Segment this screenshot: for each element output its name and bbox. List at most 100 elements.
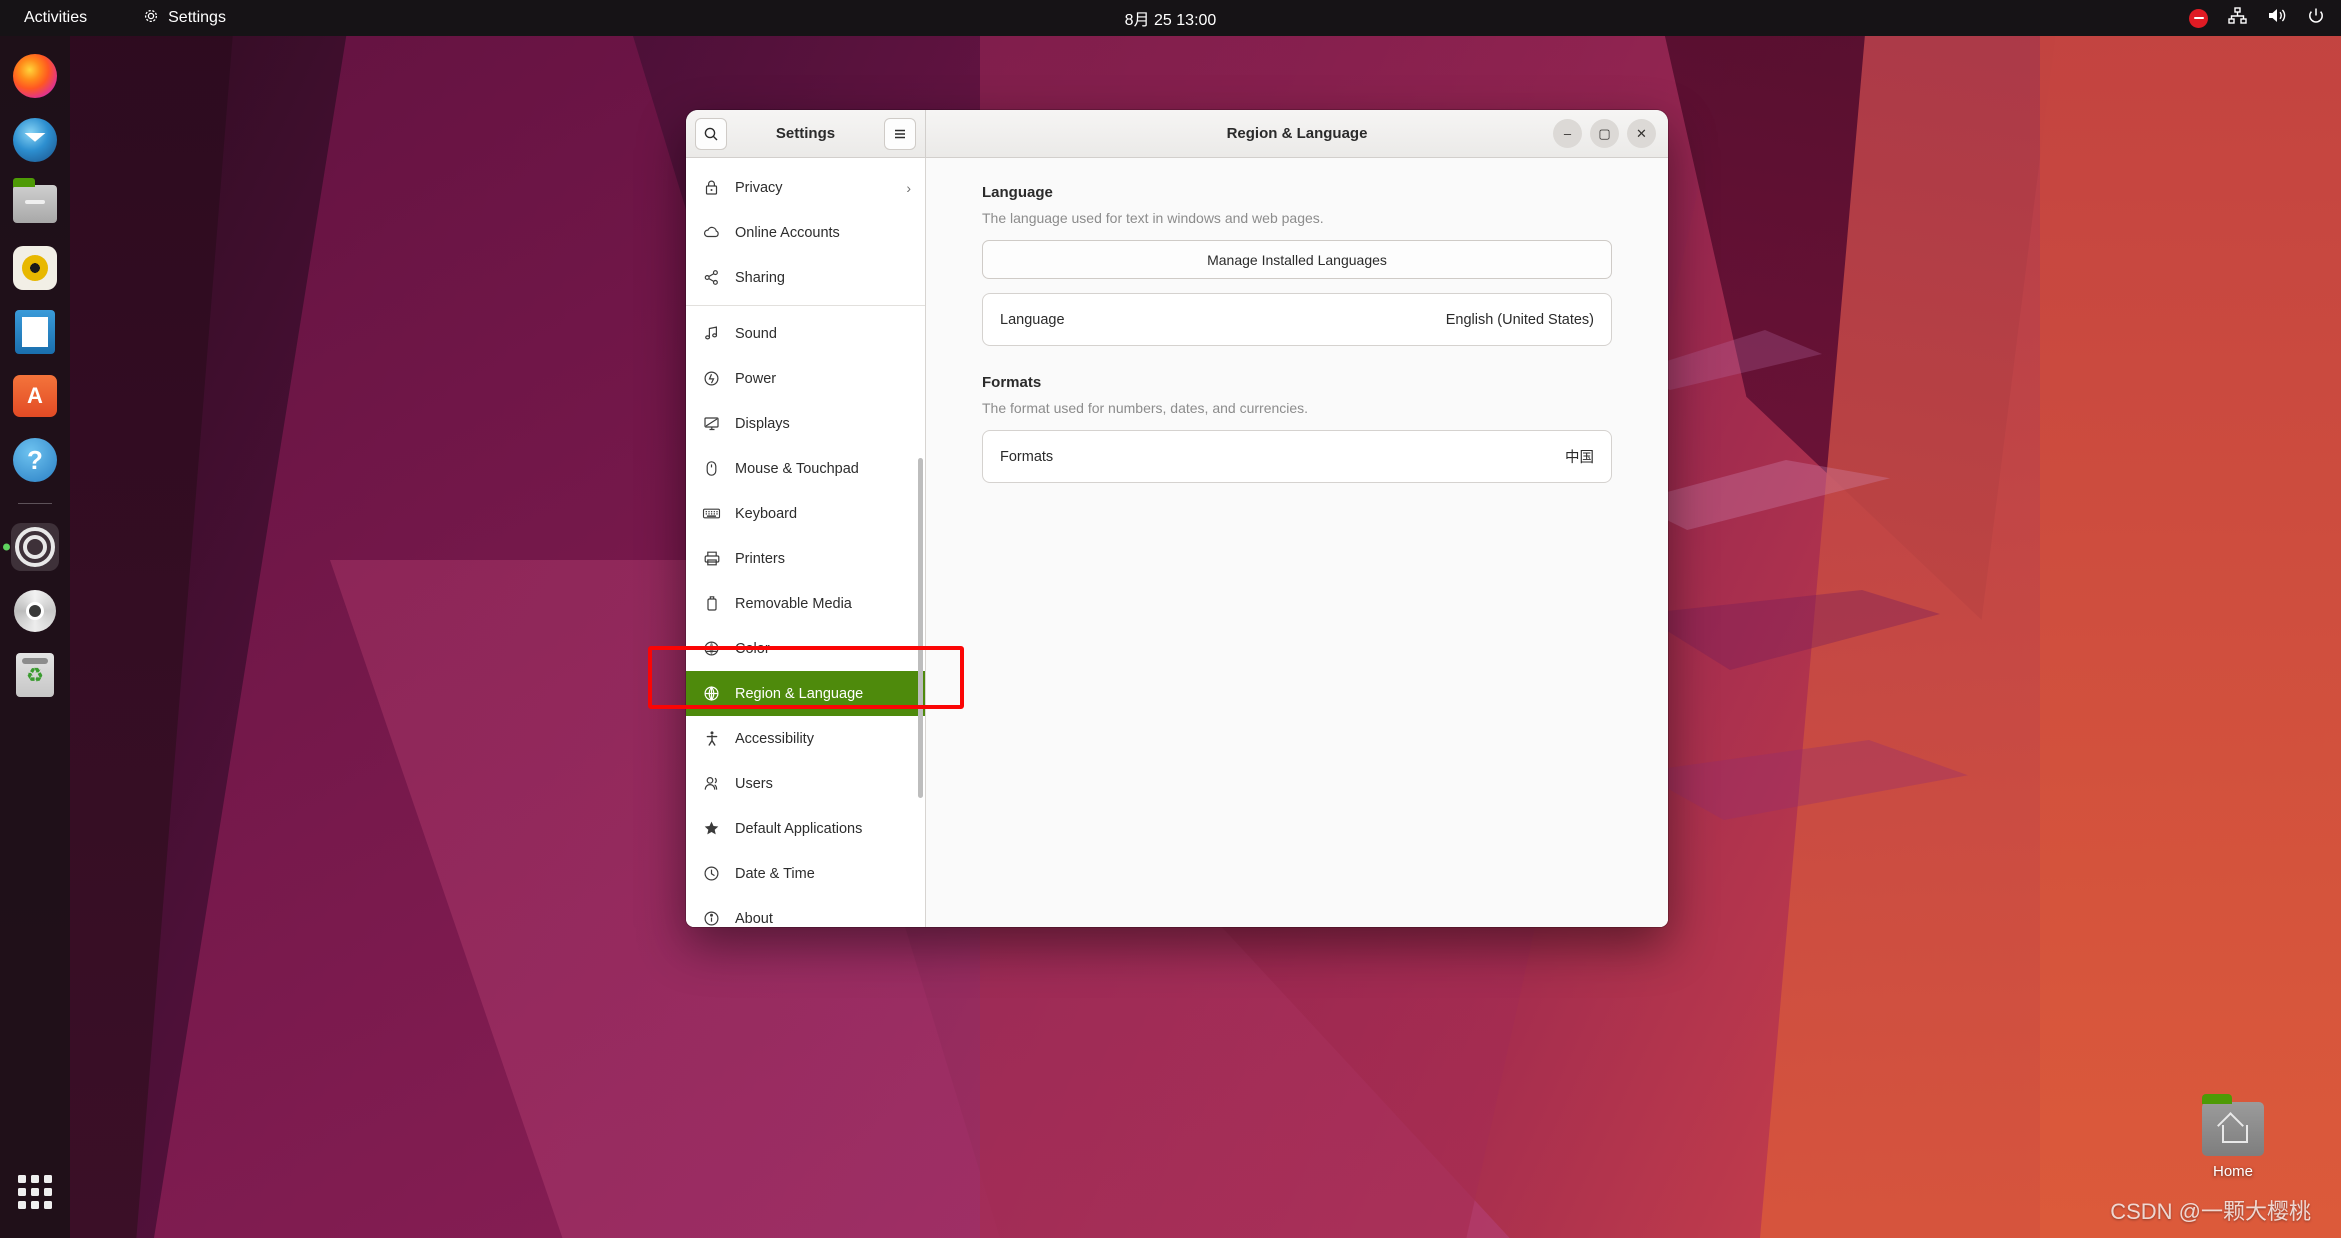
ubuntu-software-icon: A bbox=[13, 375, 57, 417]
display-icon bbox=[702, 414, 721, 433]
launcher-dock[interactable]: A ? ♻ bbox=[0, 36, 70, 1238]
language-section-title: Language bbox=[982, 184, 1053, 201]
do-not-disturb-icon[interactable] bbox=[2189, 8, 2208, 28]
gear-icon bbox=[143, 8, 159, 29]
formats-card: Formats 中国 bbox=[982, 430, 1612, 483]
sidebar-item-color[interactable]: Color bbox=[686, 626, 925, 671]
sidebar-item-label: Online Accounts bbox=[735, 224, 840, 241]
sidebar-item-label: Accessibility bbox=[735, 730, 814, 747]
mouse-icon bbox=[702, 459, 721, 478]
files-folder-icon bbox=[13, 178, 57, 223]
clock-button[interactable]: 8月 25 13:00 bbox=[1125, 6, 1217, 30]
sidebar-item-keyboard[interactable]: Keyboard bbox=[686, 491, 925, 536]
dock-item-settings[interactable] bbox=[11, 523, 59, 571]
sidebar-item-label: Date & Time bbox=[735, 865, 815, 882]
sidebar-item-removable-media[interactable]: Removable Media bbox=[686, 581, 925, 626]
formats-row[interactable]: Formats 中国 bbox=[983, 431, 1611, 482]
settings-sidebar[interactable]: Privacy › Online Accounts Sharing Sound Power… bbox=[686, 158, 926, 927]
menu-button[interactable] bbox=[884, 117, 916, 150]
show-applications-button[interactable] bbox=[11, 1168, 59, 1216]
home-icon-label: Home bbox=[2212, 1163, 2253, 1180]
desktop-icon-home[interactable]: Home bbox=[2173, 1094, 2293, 1180]
dock-item-ubuntu-software[interactable]: A bbox=[11, 372, 59, 420]
sidebar-item-accessibility[interactable]: Accessibility bbox=[686, 716, 925, 761]
globe-icon bbox=[702, 684, 721, 703]
sidebar-item-printers[interactable]: Printers bbox=[686, 536, 925, 581]
sidebar-item-mouse-touchpad[interactable]: Mouse & Touchpad bbox=[686, 446, 925, 491]
settings-window: Settings Region & Language ‒ ▢ ✕ Privacy… bbox=[686, 110, 1668, 927]
star-icon bbox=[702, 819, 721, 838]
help-icon: ? bbox=[13, 438, 57, 482]
sidebar-item-label: Sound bbox=[735, 325, 777, 342]
sidebar-item-about[interactable]: About bbox=[686, 896, 925, 927]
volume-icon[interactable] bbox=[2267, 7, 2287, 29]
search-button[interactable] bbox=[695, 117, 727, 150]
dock-item-help[interactable]: ? bbox=[11, 436, 59, 484]
manage-installed-languages-button[interactable]: Manage Installed Languages bbox=[982, 240, 1612, 279]
libreoffice-writer-icon bbox=[15, 310, 55, 354]
language-row[interactable]: Language English (United States) bbox=[983, 294, 1611, 345]
sidebar-item-label: Region & Language bbox=[735, 685, 864, 702]
sidebar-item-region-language[interactable]: Region & Language bbox=[686, 671, 925, 716]
sidebar-item-label: Keyboard bbox=[735, 505, 798, 522]
language-section-description: The language used for text in windows an… bbox=[982, 210, 1324, 226]
power-icon bbox=[702, 369, 721, 388]
dock-item-disc[interactable] bbox=[11, 587, 59, 635]
dock-item-files[interactable] bbox=[11, 178, 59, 228]
home-folder-icon bbox=[2202, 1094, 2264, 1156]
sidebar-item-online-accounts[interactable]: Online Accounts bbox=[686, 210, 925, 255]
chevron-right-icon: › bbox=[906, 179, 911, 196]
minimize-button[interactable]: ‒ bbox=[1553, 119, 1582, 148]
rhythmbox-icon bbox=[13, 246, 57, 290]
sidebar-item-default-applications[interactable]: Default Applications bbox=[686, 806, 925, 851]
sidebar-item-power[interactable]: Power bbox=[686, 356, 925, 401]
sidebar-item-privacy[interactable]: Privacy › bbox=[686, 165, 925, 210]
formats-section-description: The format used for numbers, dates, and … bbox=[982, 400, 1309, 416]
formats-row-value: 中国 bbox=[1565, 450, 1594, 466]
sidebar-title: Settings bbox=[775, 125, 836, 142]
clock-label: 8月 25 13:00 bbox=[1124, 12, 1217, 29]
music-note-icon bbox=[702, 324, 721, 343]
dock-item-firefox[interactable] bbox=[11, 52, 59, 100]
dock-separator bbox=[18, 503, 52, 504]
network-icon[interactable] bbox=[2228, 7, 2247, 29]
keyboard-icon bbox=[702, 504, 721, 523]
activities-button[interactable]: Activities bbox=[14, 5, 97, 31]
sidebar-separator bbox=[686, 305, 925, 306]
dock-item-thunderbird[interactable] bbox=[11, 116, 59, 164]
settings-content: Language The language used for text in w… bbox=[926, 158, 1668, 927]
dock-item-rhythmbox[interactable] bbox=[11, 244, 59, 292]
sidebar-item-label: Mouse & Touchpad bbox=[735, 460, 859, 477]
color-icon bbox=[702, 639, 721, 658]
close-button[interactable]: ✕ bbox=[1627, 119, 1656, 148]
formats-section-title: Formats bbox=[982, 374, 1042, 391]
language-row-value: English (United States) bbox=[1445, 311, 1594, 328]
sidebar-item-sharing[interactable]: Sharing bbox=[686, 255, 925, 300]
sidebar-item-users[interactable]: Users bbox=[686, 761, 925, 806]
sidebar-item-label: Power bbox=[735, 370, 777, 387]
top-bar: Activities Settings 8月 25 13:00 bbox=[0, 0, 2341, 36]
users-icon bbox=[702, 774, 721, 793]
sidebar-item-label: Displays bbox=[735, 415, 790, 432]
sidebar-item-displays[interactable]: Displays bbox=[686, 401, 925, 446]
watermark-text: CSDN @一颗大樱桃 bbox=[2110, 1199, 2311, 1224]
lock-icon bbox=[702, 178, 721, 197]
app-menu-button[interactable]: Settings bbox=[133, 4, 236, 33]
page-title: Region & Language bbox=[1226, 125, 1368, 142]
window-controls[interactable]: ‒ ▢ ✕ bbox=[1553, 119, 1656, 148]
power-icon[interactable] bbox=[2307, 7, 2325, 30]
search-icon bbox=[704, 127, 718, 140]
sidebar-item-date-time[interactable]: Date & Time bbox=[686, 851, 925, 896]
sidebar-item-label: Users bbox=[735, 775, 773, 792]
dock-item-trash[interactable]: ♻ bbox=[11, 651, 59, 699]
sidebar-item-label: About bbox=[735, 910, 773, 927]
sidebar-item-sound[interactable]: Sound bbox=[686, 311, 925, 356]
system-indicators[interactable] bbox=[2189, 7, 2325, 30]
dock-item-libreoffice-writer[interactable] bbox=[11, 308, 59, 356]
window-titlebar: Settings Region & Language ‒ ▢ ✕ bbox=[686, 110, 1668, 158]
maximize-button[interactable]: ▢ bbox=[1590, 119, 1619, 148]
language-card: Language English (United States) bbox=[982, 293, 1612, 346]
sidebar-scrollbar[interactable] bbox=[918, 458, 923, 798]
share-icon bbox=[702, 268, 721, 287]
language-row-label: Language bbox=[1000, 311, 1065, 328]
